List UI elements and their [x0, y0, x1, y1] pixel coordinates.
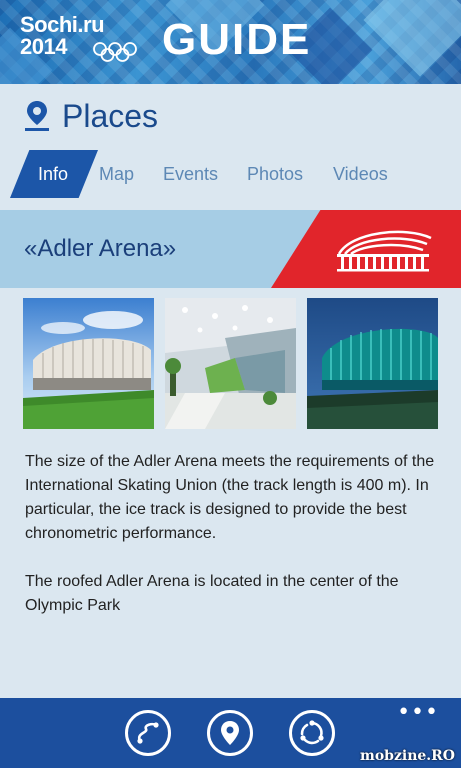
arena-building-icon	[337, 230, 432, 272]
page-title: Places	[62, 97, 159, 134]
tab-info[interactable]: Info	[38, 150, 68, 198]
tab-videos[interactable]: Videos	[333, 150, 388, 198]
location-button[interactable]	[207, 710, 253, 756]
photo-arena-exterior-day[interactable]	[23, 298, 154, 429]
tab-bar: Info Map Events Photos Videos	[10, 150, 461, 198]
location-pin-icon	[221, 721, 239, 745]
tab-photos[interactable]: Photos	[247, 150, 303, 198]
share-button[interactable]	[289, 710, 335, 756]
description-paragraph: The size of the Adler Arena meets the re…	[25, 453, 435, 542]
banner-pattern	[363, 0, 461, 77]
route-button[interactable]	[125, 710, 171, 756]
app-title: GUIDE	[162, 15, 312, 64]
olympic-rings-icon	[93, 42, 137, 62]
description-paragraph: The roofed Adler Arena is located in the…	[25, 573, 399, 614]
route-icon	[137, 722, 159, 744]
tab-map[interactable]: Map	[99, 150, 134, 198]
brand-line1: Sochi.ru	[20, 12, 105, 37]
venue-badge	[271, 210, 461, 288]
more-options-button[interactable]: •••	[397, 702, 439, 724]
header-banner: Sochi.ru 2014 GUIDE	[0, 0, 461, 84]
venue-header: «Adler Arena»	[0, 210, 461, 288]
page-header: Places	[22, 96, 158, 136]
photo-arena-exterior-night[interactable]	[307, 298, 438, 429]
venue-description: The size of the Adler Arena meets the re…	[25, 450, 445, 618]
watermark: mobzine.RO	[360, 748, 455, 764]
photo-arena-interior-hall[interactable]	[165, 298, 296, 429]
app-bar: ••• mobzine.RO	[0, 698, 461, 768]
map-pin-icon	[25, 101, 49, 131]
share-icon	[300, 720, 324, 745]
tab-events[interactable]: Events	[163, 150, 218, 198]
venue-name: «Adler Arena»	[24, 235, 177, 262]
